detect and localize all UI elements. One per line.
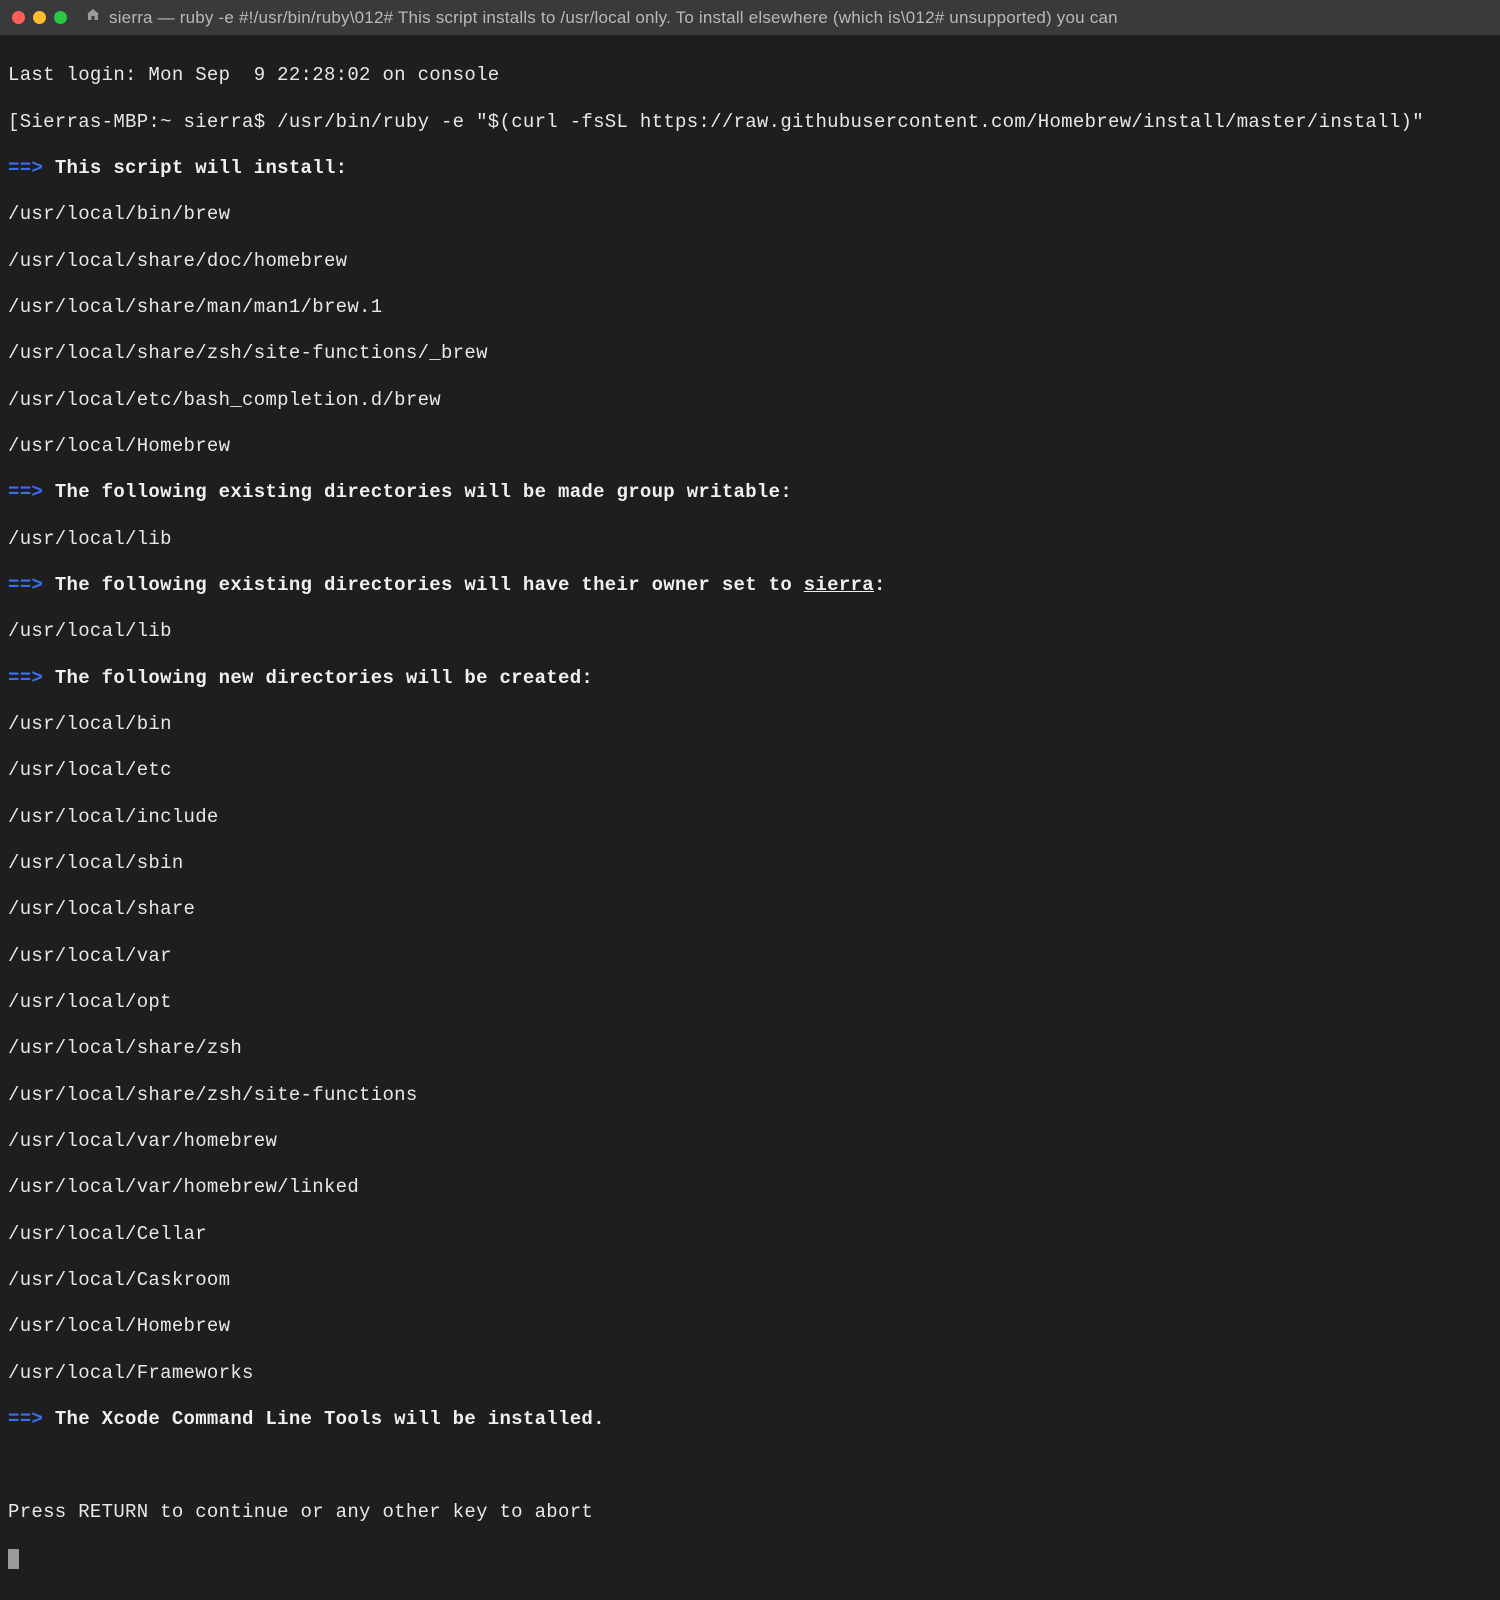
owner-username: sierra — [804, 574, 874, 596]
fullscreen-button[interactable] — [54, 11, 67, 24]
cursor — [8, 1549, 19, 1569]
window-title: sierra — ruby -e #!/usr/bin/ruby\012# Th… — [109, 8, 1118, 28]
path-line: /usr/local/share/man/man1/brew.1 — [8, 296, 1492, 319]
path-line: /usr/local/var/homebrew/linked — [8, 1176, 1492, 1199]
arrow-icon: ==> — [8, 1408, 43, 1430]
path-line: /usr/local/var/homebrew — [8, 1130, 1492, 1153]
home-icon — [85, 7, 101, 28]
path-line: /usr/local/share/doc/homebrew — [8, 250, 1492, 273]
arrow-icon: ==> — [8, 667, 43, 689]
path-line: /usr/local/bin — [8, 713, 1492, 736]
cursor-line[interactable] — [8, 1547, 1492, 1570]
path-line: /usr/local/share/zsh/site-functions — [8, 1084, 1492, 1107]
xcode-header: The Xcode Command Line Tools will be ins… — [55, 1408, 605, 1430]
traffic-lights — [12, 11, 67, 24]
arrow-icon: ==> — [8, 157, 43, 179]
owner-header-pre: The following existing directories will … — [55, 574, 804, 596]
path-line: /usr/local/lib — [8, 620, 1492, 643]
section-header: ==> The following new directories will b… — [8, 667, 1492, 690]
prompt-command: /usr/bin/ruby -e "$(curl -fsSL https://r… — [277, 111, 1424, 133]
owner-header-post: : — [874, 574, 886, 596]
new-header: The following new directories will be cr… — [55, 667, 593, 689]
press-return-line: Press RETURN to continue or any other ke… — [8, 1501, 1492, 1524]
path-line: /usr/local/Homebrew — [8, 435, 1492, 458]
path-line: /usr/local/opt — [8, 991, 1492, 1014]
section-header: ==> The Xcode Command Line Tools will be… — [8, 1408, 1492, 1431]
path-line: /usr/local/Caskroom — [8, 1269, 1492, 1292]
blank-line — [8, 1454, 1492, 1477]
path-line: /usr/local/etc/bash_completion.d/brew — [8, 389, 1492, 412]
path-line: /usr/local/sbin — [8, 852, 1492, 875]
section-header: ==> The following existing directories w… — [8, 574, 1492, 597]
path-line: /usr/local/Frameworks — [8, 1362, 1492, 1385]
close-button[interactable] — [12, 11, 25, 24]
minimize-button[interactable] — [33, 11, 46, 24]
prompt-line: [Sierras-MBP:~ sierra$ /usr/bin/ruby -e … — [8, 111, 1492, 134]
path-line: /usr/local/var — [8, 945, 1492, 968]
last-login-line: Last login: Mon Sep 9 22:28:02 on consol… — [8, 64, 1492, 87]
install-header: This script will install: — [55, 157, 348, 179]
path-line: /usr/local/share/zsh/site-functions/_bre… — [8, 342, 1492, 365]
section-header: ==> The following existing directories w… — [8, 481, 1492, 504]
path-line: /usr/local/include — [8, 806, 1492, 829]
section-header: ==> This script will install: — [8, 157, 1492, 180]
path-line: /usr/local/bin/brew — [8, 203, 1492, 226]
prompt-host: [Sierras-MBP:~ sierra$ — [8, 111, 277, 133]
writable-header: The following existing directories will … — [55, 481, 792, 503]
path-line: /usr/local/Homebrew — [8, 1315, 1492, 1338]
path-line: /usr/local/share/zsh — [8, 1037, 1492, 1060]
window-titlebar: sierra — ruby -e #!/usr/bin/ruby\012# Th… — [0, 0, 1500, 35]
path-line: /usr/local/Cellar — [8, 1223, 1492, 1246]
arrow-icon: ==> — [8, 481, 43, 503]
terminal-content[interactable]: Last login: Mon Sep 9 22:28:02 on consol… — [0, 35, 1500, 1600]
path-line: /usr/local/lib — [8, 528, 1492, 551]
arrow-icon: ==> — [8, 574, 43, 596]
path-line: /usr/local/share — [8, 898, 1492, 921]
path-line: /usr/local/etc — [8, 759, 1492, 782]
